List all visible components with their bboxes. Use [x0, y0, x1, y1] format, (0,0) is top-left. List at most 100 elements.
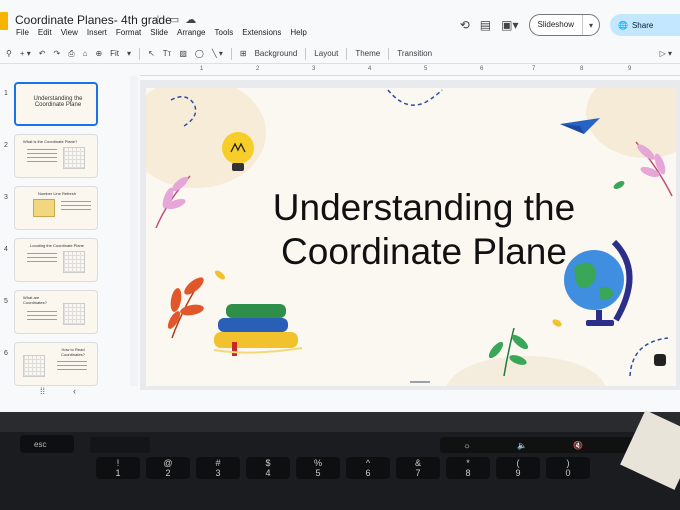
paint-format-icon[interactable]: ⌂	[83, 49, 88, 58]
ruler-number: 5	[424, 66, 428, 72]
menu-help[interactable]: Help	[290, 28, 306, 37]
brightness-icon: ☼	[463, 440, 471, 450]
filmstrip-slide-1[interactable]: 1 Understanding the Coordinate Plane	[0, 82, 128, 126]
menu-bar: File Edit View Insert Format Slide Arran…	[16, 28, 307, 37]
cloud-icon[interactable]: ☁	[185, 13, 196, 26]
slide-number: 2	[4, 142, 8, 149]
thumbnail-title: Locating the Coordinate Plane	[30, 243, 84, 248]
thumbnail-grid	[63, 251, 85, 273]
text-box-icon[interactable]: Tт	[163, 49, 172, 58]
small-leaf-icon	[215, 270, 225, 280]
history-icon[interactable]: ⟲	[460, 18, 470, 32]
key-8: * 8	[446, 457, 490, 479]
menu-slide[interactable]: Slide	[150, 28, 168, 37]
globe-icon: 🌐	[618, 20, 628, 30]
key-4: $ 4	[246, 457, 290, 479]
undo-icon[interactable]: ↶	[39, 49, 46, 58]
slide-thumbnail[interactable]: Number Line Refresh	[14, 186, 98, 230]
slide-number: 6	[4, 350, 8, 357]
menu-tools[interactable]: Tools	[215, 28, 234, 37]
thumbnail-grid	[63, 303, 85, 325]
key-3: # 3	[196, 457, 240, 479]
slide-title[interactable]: Understanding the Coordinate Plane	[264, 186, 584, 274]
meet-icon[interactable]: ▣▾	[501, 18, 518, 32]
vertical-ruler[interactable]	[130, 76, 138, 386]
filmstrip-slide-4[interactable]: 4 Locating the Coordinate Plane	[0, 238, 128, 282]
print-icon[interactable]: ⎙	[68, 49, 74, 59]
pink-leaf-icon	[635, 141, 673, 197]
filmstrip-slide-2[interactable]: 2 What is the Coordinate Plane?	[0, 134, 128, 178]
slideshow-button[interactable]: Slideshow ▾	[528, 14, 600, 36]
slide-thumbnail[interactable]: What are Coordinates?	[14, 290, 98, 334]
thumbnail-title: What is the Coordinate Plane?	[23, 139, 78, 144]
grid-view-icon[interactable]: ⁞⁞	[40, 386, 45, 396]
title-bar: Coordinate Planes- 4th grade ☆ ▭ ☁ File …	[0, 0, 680, 44]
thumbnail-title: Understanding the Coordinate Plane	[33, 96, 83, 108]
pink-leaf-icon	[155, 175, 191, 229]
ruler-number: 6	[480, 66, 484, 72]
key-2: @ 2	[146, 457, 190, 479]
key-0: ) 0	[546, 457, 590, 479]
toolbar-divider	[139, 47, 141, 60]
dashed-ring-icon	[629, 337, 669, 377]
chevron-down-icon[interactable]: ▾	[583, 21, 599, 30]
transition-button[interactable]: Transition	[397, 49, 432, 58]
title-icons: ☆ ▭ ☁	[153, 13, 196, 26]
chevron-left-icon[interactable]: ‹	[73, 386, 76, 396]
collapse-toolbar-icon[interactable]: ▷ ▾	[660, 49, 672, 58]
comment-icon[interactable]: ▤	[480, 18, 491, 32]
thumbnail-lines	[57, 361, 87, 373]
toolbar: ⚲ + ▾ ↶ ↷ ⎙ ⌂ ⊕ Fit ▾ ↖ Tт ▨ ◯ ╲ ▾ ⊞ Bac…	[0, 44, 680, 64]
select-cursor-icon[interactable]: ↖	[148, 49, 155, 58]
zoom-icon[interactable]: ⊕	[95, 49, 102, 58]
chevron-down-icon[interactable]: ▾	[127, 49, 131, 58]
menu-view[interactable]: View	[61, 28, 78, 37]
slide-thumbnail[interactable]: Locating the Coordinate Plane	[14, 238, 98, 282]
laptop-bezel	[0, 412, 680, 432]
layout-button[interactable]: Layout	[314, 49, 338, 58]
key-5: % 5	[296, 457, 340, 479]
menu-edit[interactable]: Edit	[38, 28, 52, 37]
ruler-number: 4	[368, 66, 372, 72]
zoom-select[interactable]: Fit	[110, 49, 119, 58]
green-leaf-icon	[488, 327, 529, 377]
slide-title-line-2: Coordinate Plane	[281, 231, 567, 272]
slides-logo-icon[interactable]	[0, 12, 8, 30]
toolbar-divider	[388, 47, 390, 60]
redo-icon[interactable]: ↷	[53, 49, 60, 58]
search-menus-icon[interactable]: ⚲	[6, 49, 12, 58]
menu-arrange[interactable]: Arrange	[177, 28, 205, 37]
slide-thumbnail[interactable]: Understanding the Coordinate Plane	[14, 82, 98, 126]
menu-file[interactable]: File	[16, 28, 29, 37]
filmstrip-slide-6[interactable]: 6 How to Read Coordinates?	[0, 342, 128, 386]
document-title[interactable]: Coordinate Planes- 4th grade	[15, 13, 172, 27]
star-icon[interactable]: ☆	[153, 13, 163, 26]
horizontal-ruler[interactable]: 1 2 3 4 5 6 7 8 9	[140, 64, 680, 76]
current-slide[interactable]: Understanding the Coordinate Plane	[146, 88, 676, 386]
shape-icon[interactable]: ◯	[195, 49, 204, 58]
key-1: ! 1	[96, 457, 140, 479]
new-slide-icon[interactable]: + ▾	[20, 49, 31, 58]
dashed-swirl-icon	[170, 96, 197, 127]
thumbnail-title: How to Read Coordinates?	[61, 347, 85, 357]
ruler-number: 9	[628, 66, 632, 72]
filmstrip-slide-5[interactable]: 5 What are Coordinates?	[0, 290, 128, 334]
toolbar-divider	[305, 47, 307, 60]
background-button[interactable]: Background	[255, 49, 298, 58]
small-leaf-icon	[552, 319, 562, 327]
slideshow-label: Slideshow	[530, 15, 583, 35]
folder-icon[interactable]: ▭	[169, 13, 179, 26]
menu-insert[interactable]: Insert	[87, 28, 107, 37]
image-icon[interactable]: ▨	[179, 49, 187, 58]
filmstrip-slide-3[interactable]: 3 Number Line Refresh	[0, 186, 128, 230]
slide-thumbnail[interactable]: How to Read Coordinates?	[14, 342, 98, 386]
share-button[interactable]: 🌐 Share	[610, 14, 680, 36]
mute-icon: 🔇	[573, 440, 584, 450]
slide-thumbnail[interactable]: What is the Coordinate Plane?	[14, 134, 98, 178]
menu-extensions[interactable]: Extensions	[242, 28, 281, 37]
horizontal-scrollbar[interactable]	[410, 381, 430, 383]
line-icon[interactable]: ╲ ▾	[212, 49, 223, 58]
theme-button[interactable]: Theme	[355, 49, 380, 58]
menu-format[interactable]: Format	[116, 28, 141, 37]
comment-add-icon[interactable]: ⊞	[240, 49, 247, 58]
